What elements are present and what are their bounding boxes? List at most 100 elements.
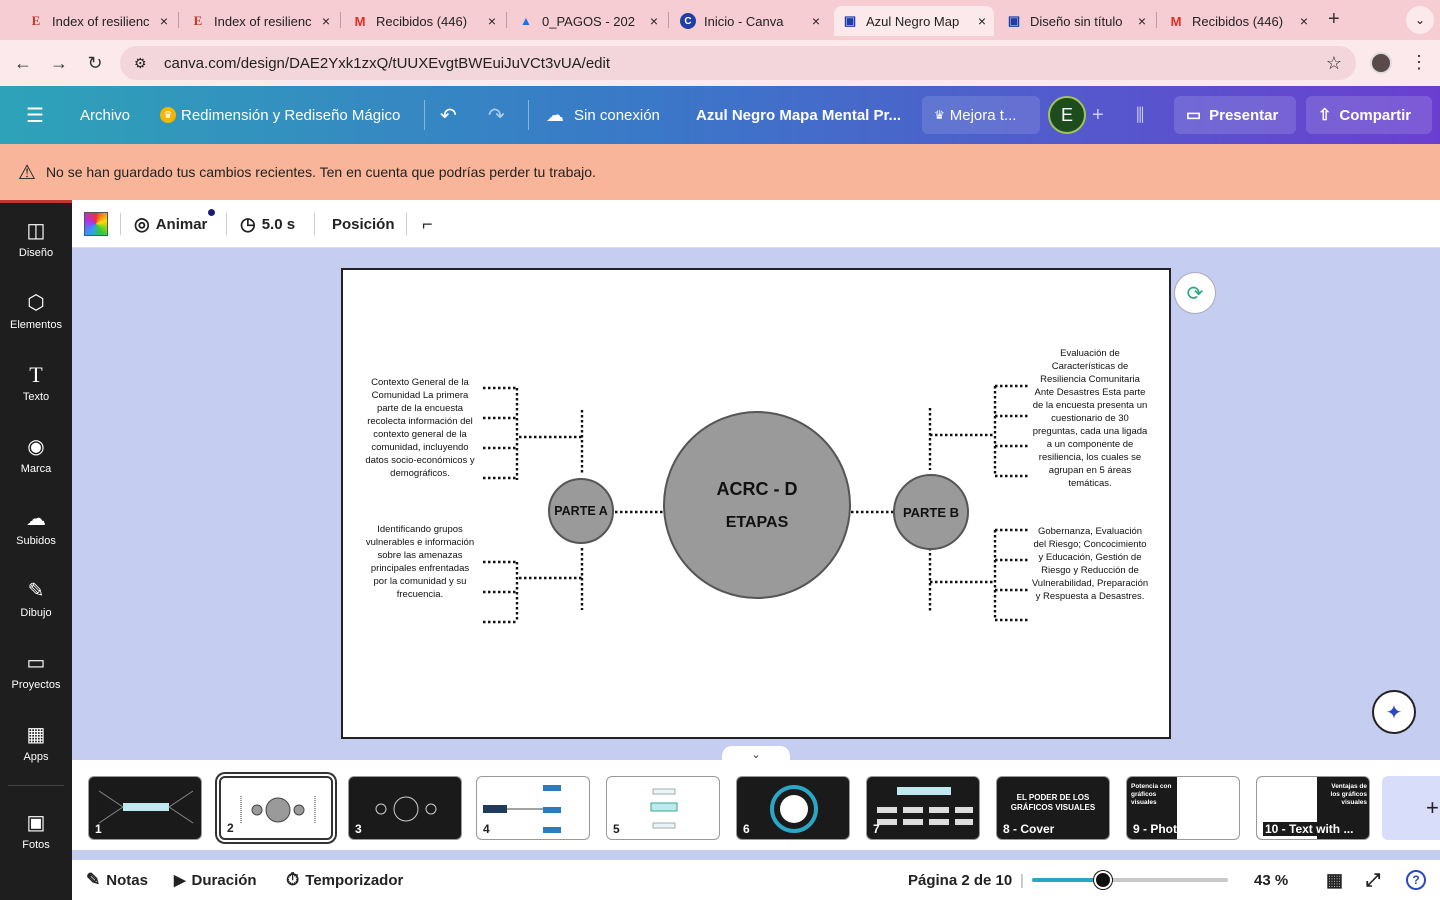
browser-tab[interactable]: ▲ 0_PAGOS - 202 ×: [510, 6, 666, 36]
page-thumbnail[interactable]: EL PODER DE LOS GRÁFICOS VISUALES 8 - Co…: [996, 776, 1110, 840]
browser-tab[interactable]: E Index of resilienc ×: [182, 6, 338, 36]
notes-button[interactable]: ✎ Notas: [86, 860, 148, 900]
color-picker-icon[interactable]: [84, 212, 108, 236]
file-menu[interactable]: Archivo: [80, 86, 130, 144]
thumbnail-label: 9 - Photo + Text...: [1133, 822, 1232, 836]
sidebar-item-brand[interactable]: ◉ Marca: [0, 423, 72, 487]
tab-close-icon[interactable]: ×: [978, 13, 986, 29]
page-thumbnail[interactable]: 5: [606, 776, 720, 840]
page-thumbnail-selected[interactable]: 2: [219, 776, 333, 840]
paint-format-icon[interactable]: ⌐: [422, 200, 433, 248]
thumbnail-preview: [375, 796, 437, 822]
grid-view-icon[interactable]: ▦: [1326, 860, 1343, 900]
sidebar-item-apps[interactable]: ▦ Apps: [0, 711, 72, 775]
duration-button[interactable]: ◷ 5.0 s: [240, 200, 295, 248]
page-thumbnail[interactable]: 7: [866, 776, 980, 840]
profile-avatar[interactable]: [1370, 52, 1392, 74]
zoom-percentage[interactable]: 43 %: [1254, 860, 1288, 900]
sidebar-item-draw[interactable]: ✎ Dibujo: [0, 567, 72, 631]
tab-search-icon[interactable]: ⌄: [1406, 6, 1434, 34]
notes-label: Notas: [106, 871, 148, 889]
insights-chart-icon[interactable]: ⫼: [1136, 86, 1144, 144]
tab-close-icon[interactable]: ×: [322, 13, 330, 29]
user-avatar[interactable]: E: [1048, 96, 1086, 134]
browser-tab[interactable]: E Index of resilienc ×: [20, 6, 176, 36]
help-icon[interactable]: ?: [1406, 860, 1426, 900]
undo-icon[interactable]: ↶: [440, 86, 457, 144]
browser-menu-icon[interactable]: ⋮: [1410, 52, 1428, 73]
design-title[interactable]: Azul Negro Mapa Mental Pr...: [696, 86, 901, 144]
sidebar-item-elements[interactable]: ⬡ Elementos: [0, 279, 72, 343]
tab-close-icon[interactable]: ×: [488, 13, 496, 29]
part-b-description-1[interactable]: Evaluación de Características de Resilie…: [1031, 347, 1149, 490]
bookmark-star-icon[interactable]: ☆: [1326, 53, 1342, 74]
browser-tab[interactable]: ▣ Diseño sin título ×: [998, 6, 1154, 36]
new-tab-button[interactable]: +: [1328, 8, 1340, 31]
part-b-node[interactable]: PARTE B: [893, 474, 969, 550]
thumbnail-number: 6: [743, 822, 750, 836]
page-thumbnail[interactable]: Potencia con gráficos visuales 9 - Photo…: [1126, 776, 1240, 840]
context-toolbar: ◎ Animar ◷ 5.0 s Posición ⌐: [72, 200, 1440, 248]
browser-tab[interactable]: M Recibidos (446) ×: [1160, 6, 1316, 36]
notes-icon: ✎: [86, 870, 101, 889]
sidebar-item-label: Proyectos: [11, 679, 61, 691]
tab-close-icon[interactable]: ×: [160, 13, 168, 29]
add-collaborator-icon[interactable]: +: [1092, 86, 1104, 144]
duration-footer-button[interactable]: ▶ Duración: [174, 860, 257, 900]
browser-nav-bar: ← → ↻ ⚙ canva.com/design/DAE2Yxk1zxQ/tUU…: [0, 40, 1440, 86]
design-page[interactable]: ACRC - D ETAPAS PARTE A PARTE B Contexto…: [341, 268, 1171, 739]
page-thumbnail[interactable]: 6: [736, 776, 850, 840]
hamburger-menu-icon[interactable]: ☰: [26, 86, 44, 144]
tab-close-icon[interactable]: ×: [1138, 13, 1146, 29]
site-settings-icon[interactable]: ⚙: [134, 55, 152, 72]
redo-icon[interactable]: ↷: [488, 86, 505, 144]
add-page-button[interactable]: +: [1382, 776, 1440, 840]
tab-divider: [340, 12, 341, 28]
regenerate-icon[interactable]: ⟳: [1174, 272, 1216, 314]
thumbnail-label: 8 - Cover: [1003, 822, 1055, 836]
sidebar-item-text[interactable]: T Texto: [0, 351, 72, 415]
thumbnail-preview: [98, 790, 194, 824]
page-thumbnail[interactable]: 4: [476, 776, 590, 840]
share-button[interactable]: ⇧ Compartir: [1306, 96, 1432, 134]
part-a-description-1[interactable]: Contexto General de la Comunidad La prim…: [363, 376, 477, 480]
center-node[interactable]: ACRC - D ETAPAS: [663, 411, 851, 599]
elements-icon: ⬡: [27, 292, 45, 314]
magic-resize-button[interactable]: ♛ Redimensión y Rediseño Mágico: [160, 86, 400, 144]
browser-tab[interactable]: C Inicio - Canva ×: [672, 6, 828, 36]
sidebar-item-uploads[interactable]: ☁ Subidos: [0, 495, 72, 559]
page-thumbnail[interactable]: 1: [88, 776, 202, 840]
fullscreen-icon[interactable]: ⤢: [1366, 860, 1380, 900]
upgrade-button[interactable]: ♛ Mejora t...: [922, 96, 1040, 134]
sidebar-item-design[interactable]: ◫ Diseño: [0, 207, 72, 271]
zoom-slider[interactable]: [1032, 878, 1228, 882]
page-thumbnail[interactable]: 3: [348, 776, 462, 840]
tab-close-icon[interactable]: ×: [650, 13, 658, 29]
address-bar[interactable]: ⚙ canva.com/design/DAE2Yxk1zxQ/tUUXEvgtB…: [120, 46, 1356, 80]
zoom-slider-handle[interactable]: [1094, 871, 1112, 889]
page-indicator[interactable]: Página 2 de 10: [908, 860, 1012, 900]
part-a-node[interactable]: PARTE A: [548, 478, 614, 544]
sync-status[interactable]: ☁ Sin conexión: [546, 86, 660, 144]
browser-tab[interactable]: M Recibidos (446) ×: [344, 6, 504, 36]
animate-button[interactable]: ◎ Animar: [134, 200, 207, 248]
position-button[interactable]: Posición: [332, 200, 395, 248]
toolbar-divider: [120, 213, 121, 235]
browser-tab-active[interactable]: ▣ Azul Negro Map ×: [834, 6, 994, 36]
upgrade-label: Mejora t...: [949, 106, 1017, 124]
collapse-chevron-icon[interactable]: ⌄: [722, 746, 790, 762]
back-arrow-icon[interactable]: ←: [10, 50, 36, 76]
forward-arrow-icon[interactable]: →: [46, 50, 72, 76]
part-a-description-2[interactable]: Identificando grupos vulnerables e infor…: [363, 523, 477, 601]
timer-button[interactable]: ⏱ Temporizador: [286, 860, 403, 900]
tab-close-icon[interactable]: ×: [812, 13, 820, 29]
reload-icon[interactable]: ↻: [82, 50, 108, 76]
sidebar-item-projects[interactable]: ▭ Proyectos: [0, 639, 72, 703]
magic-assistant-icon[interactable]: ✦: [1372, 690, 1416, 734]
present-button[interactable]: ▭ Presentar: [1174, 96, 1296, 134]
tab-close-icon[interactable]: ×: [1300, 13, 1308, 29]
page-thumbnail[interactable]: Ventajas de los gráficos visuales 10 - T…: [1256, 776, 1370, 840]
part-b-description-2[interactable]: Gobernanza, Evaluación del Riesgo; Conco…: [1031, 525, 1149, 603]
sidebar-item-photos[interactable]: ▣ Fotos: [0, 799, 72, 863]
canva-design-icon: ▣: [1007, 13, 1021, 28]
